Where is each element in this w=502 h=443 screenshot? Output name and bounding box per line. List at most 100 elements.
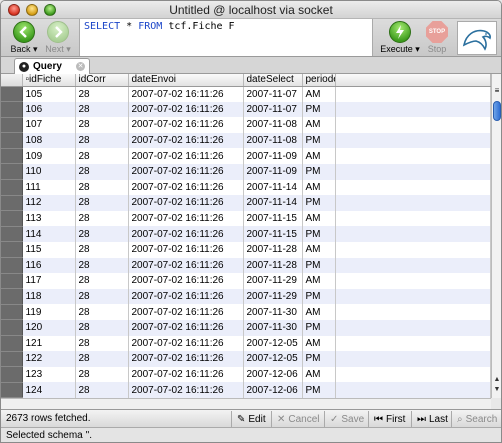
table-row[interactable]: 119 28 2007-07-02 16:11:26 2007-11-30 AM xyxy=(1,304,491,321)
table-cell[interactable]: 2007-07-02 16:11:26 xyxy=(128,163,244,180)
table-cell[interactable]: 28 xyxy=(75,101,129,118)
table-cell[interactable]: AM xyxy=(302,366,336,383)
table-cell[interactable]: 111 xyxy=(22,179,76,196)
table-row[interactable]: 121 28 2007-07-02 16:11:26 2007-12-05 AM xyxy=(1,335,491,352)
table-cell[interactable]: PM xyxy=(302,257,336,274)
table-cell[interactable]: 2007-07-02 16:11:26 xyxy=(128,179,244,196)
table-cell[interactable]: AM xyxy=(302,241,336,258)
table-cell[interactable]: 2007-11-14 xyxy=(243,179,303,196)
table-cell[interactable]: 2007-07-02 16:11:26 xyxy=(128,382,244,398)
table-cell[interactable]: 2007-11-15 xyxy=(243,226,303,242)
table-cell[interactable]: 28 xyxy=(75,179,129,196)
table-cell[interactable]: 28 xyxy=(75,335,129,352)
table-cell[interactable]: 2007-11-28 xyxy=(243,257,303,274)
column-header[interactable]: dateSelect xyxy=(243,74,303,87)
row-header[interactable] xyxy=(1,132,23,149)
table-row[interactable]: 115 28 2007-07-02 16:11:26 2007-11-28 AM xyxy=(1,241,491,259)
table-cell[interactable]: 2007-11-07 xyxy=(243,101,303,118)
table-row[interactable]: 107 28 2007-07-02 16:11:26 2007-11-08 AM xyxy=(1,117,491,134)
row-header[interactable] xyxy=(1,86,23,103)
table-cell[interactable]: PM xyxy=(302,351,336,367)
table-cell[interactable]: 108 xyxy=(22,132,76,149)
table-cell[interactable]: 120 xyxy=(22,319,76,336)
first-button[interactable]: ⏮ First xyxy=(368,411,410,428)
table-cell[interactable]: PM xyxy=(302,132,336,149)
table-cell[interactable]: 112 xyxy=(22,195,76,211)
table-cell[interactable]: AM xyxy=(302,210,336,227)
row-header[interactable] xyxy=(1,163,23,181)
row-header[interactable] xyxy=(1,117,23,134)
table-cell[interactable]: PM xyxy=(302,288,336,305)
table-cell[interactable]: 28 xyxy=(75,257,129,274)
table-cell[interactable]: 2007-07-02 16:11:26 xyxy=(128,273,244,289)
row-header[interactable] xyxy=(1,241,23,259)
table-cell[interactable]: 105 xyxy=(22,86,76,102)
table-cell[interactable]: 2007-07-02 16:11:26 xyxy=(128,226,244,242)
table-cell[interactable]: 2007-07-02 16:11:26 xyxy=(128,351,244,367)
row-header[interactable] xyxy=(1,179,23,196)
table-cell[interactable]: 2007-11-28 xyxy=(243,241,303,258)
table-cell[interactable]: 28 xyxy=(75,86,129,102)
table-cell[interactable]: 2007-07-02 16:11:26 xyxy=(128,257,244,274)
close-tab-icon[interactable]: ✕ xyxy=(76,62,85,71)
next-button[interactable]: Next ▾ xyxy=(39,21,77,55)
table-cell[interactable]: AM xyxy=(302,335,336,352)
result-grid[interactable]: ▫idFiche idCorr dateEnvoi dateSelect per… xyxy=(1,74,491,398)
table-cell[interactable]: 28 xyxy=(75,288,129,305)
table-cell[interactable]: 2007-11-29 xyxy=(243,273,303,289)
table-cell[interactable]: 2007-07-02 16:11:26 xyxy=(128,304,244,320)
column-menu-icon[interactable]: ≡ xyxy=(493,87,501,96)
table-cell[interactable]: 28 xyxy=(75,226,129,242)
row-header[interactable] xyxy=(1,257,23,274)
row-header[interactable] xyxy=(1,148,23,165)
table-row[interactable]: 118 28 2007-07-02 16:11:26 2007-11-29 PM xyxy=(1,288,491,305)
table-cell[interactable]: 122 xyxy=(22,351,76,367)
table-cell[interactable]: AM xyxy=(302,179,336,196)
scroll-up-arrow-icon[interactable]: ▲ xyxy=(493,376,501,383)
table-cell[interactable]: 28 xyxy=(75,351,129,367)
row-header[interactable] xyxy=(1,382,23,398)
table-cell[interactable]: AM xyxy=(302,148,336,164)
back-button[interactable]: Back ▾ xyxy=(5,21,43,55)
stop-button[interactable]: STOP Stop xyxy=(421,21,453,54)
table-row[interactable]: 108 28 2007-07-02 16:11:26 2007-11-08 PM xyxy=(1,132,491,149)
table-cell[interactable]: PM xyxy=(302,382,336,398)
table-cell[interactable]: 28 xyxy=(75,366,129,383)
table-cell[interactable]: 110 xyxy=(22,163,76,180)
table-row[interactable]: 120 28 2007-07-02 16:11:26 2007-11-30 PM xyxy=(1,319,491,336)
table-cell[interactable]: PM xyxy=(302,226,336,242)
row-header[interactable] xyxy=(1,288,23,305)
table-row[interactable]: 105 28 2007-07-02 16:11:26 2007-11-07 AM xyxy=(1,86,491,103)
row-header[interactable] xyxy=(1,101,23,118)
row-header[interactable] xyxy=(1,351,23,368)
table-cell[interactable]: 2007-07-02 16:11:26 xyxy=(128,117,244,133)
table-cell[interactable]: PM xyxy=(302,101,336,118)
table-cell[interactable]: 28 xyxy=(75,241,129,258)
table-cell[interactable]: 2007-11-29 xyxy=(243,288,303,305)
table-cell[interactable]: 2007-11-09 xyxy=(243,148,303,164)
table-cell[interactable]: 2007-11-07 xyxy=(243,86,303,102)
table-cell[interactable]: 107 xyxy=(22,117,76,133)
table-cell[interactable]: 2007-07-02 16:11:26 xyxy=(128,210,244,227)
row-header[interactable] xyxy=(1,273,23,290)
row-header[interactable] xyxy=(1,366,23,383)
table-row[interactable]: 123 28 2007-07-02 16:11:26 2007-12-06 AM xyxy=(1,366,491,383)
table-cell[interactable]: PM xyxy=(302,195,336,211)
search-button[interactable]: ⌕ Search xyxy=(451,411,501,428)
table-cell[interactable]: 2007-12-05 xyxy=(243,351,303,367)
title-bar[interactable]: Untitled @ localhost via socket xyxy=(1,1,501,19)
row-header[interactable] xyxy=(1,226,23,243)
edit-button[interactable]: ✎ Edit xyxy=(231,411,271,428)
sql-query-editor[interactable]: SELECT * FROM tcf.Fiche F xyxy=(79,19,373,56)
table-cell[interactable]: 2007-07-02 16:11:26 xyxy=(128,86,244,102)
column-header[interactable]: dateEnvoi xyxy=(128,74,244,87)
table-cell[interactable]: 2007-07-02 16:11:26 xyxy=(128,132,244,149)
table-cell[interactable]: AM xyxy=(302,117,336,133)
table-cell[interactable]: 2007-12-05 xyxy=(243,335,303,352)
row-header[interactable] xyxy=(1,304,23,321)
table-cell[interactable]: 2007-11-14 xyxy=(243,195,303,211)
table-cell[interactable]: 2007-07-02 16:11:26 xyxy=(128,319,244,336)
table-cell[interactable]: 2007-07-02 16:11:26 xyxy=(128,148,244,164)
table-row[interactable]: 110 28 2007-07-02 16:11:26 2007-11-09 PM xyxy=(1,163,491,181)
table-row[interactable]: 111 28 2007-07-02 16:11:26 2007-11-14 AM xyxy=(1,179,491,196)
